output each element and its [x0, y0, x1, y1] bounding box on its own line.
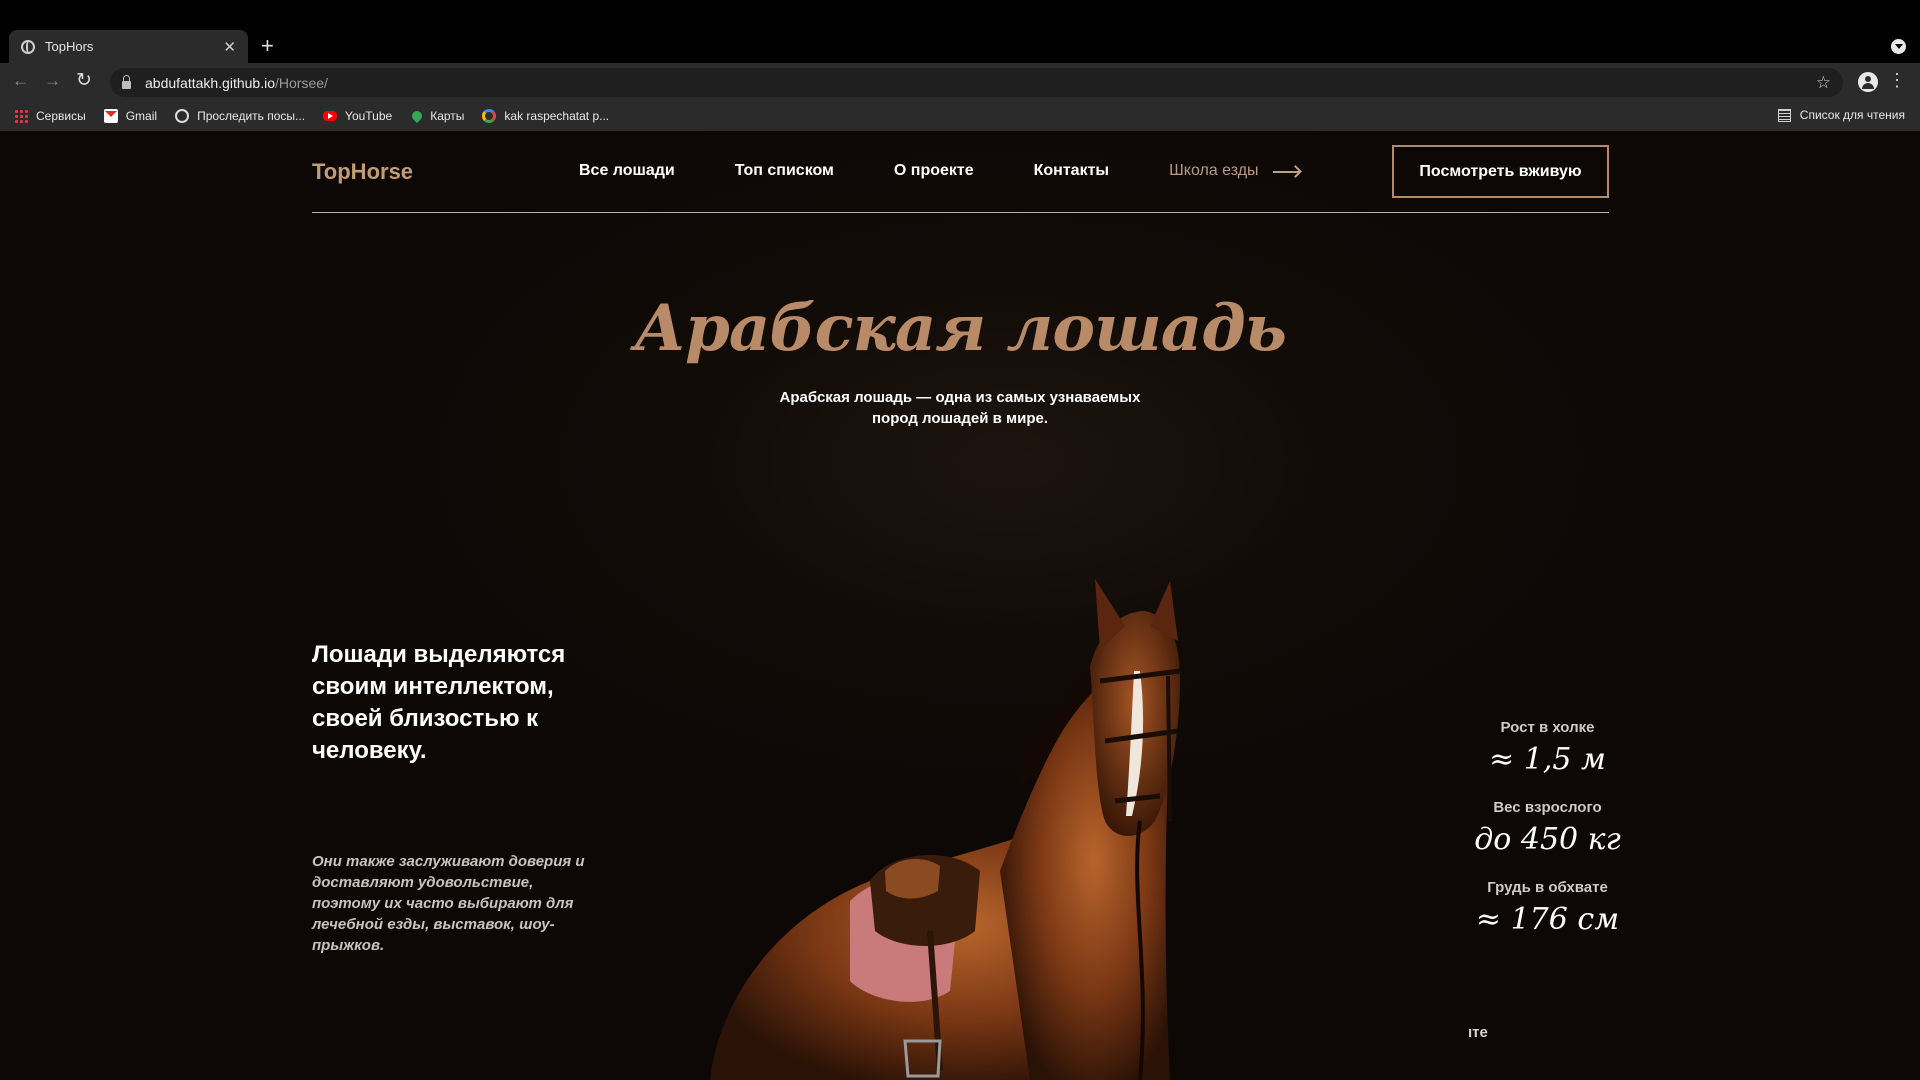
horse-stats: Рост в холке ≈ 1,5 м Вес взрослого до 45… — [1440, 719, 1655, 959]
stat-value: ≈ 176 см — [1475, 902, 1620, 937]
hero-title: Арабская лошадь — [634, 291, 1287, 366]
bookmark-star-icon[interactable]: ☆ — [1816, 73, 1831, 93]
lead-text: Лошади выделяются своим интеллектом, сво… — [312, 641, 566, 764]
hero-subtitle: Арабская лошадь — одна из самых узнаваем… — [779, 389, 1141, 427]
stat-value: ≈ 1,5 м — [1489, 742, 1606, 777]
bookmark-youtube[interactable]: YouTube — [323, 109, 392, 123]
bookmark-track[interactable]: Проследить посы... — [175, 109, 305, 123]
close-icon[interactable]: ✕ — [223, 38, 236, 56]
nav-top-list[interactable]: Топ списком — [735, 162, 834, 180]
stat-label: Рост в холке — [1500, 719, 1595, 736]
globe-icon — [21, 39, 35, 54]
site-logo[interactable]: TopHorse — [312, 159, 413, 185]
stat-value: до 450 кг — [1474, 822, 1621, 857]
tab-title: TopHors — [45, 39, 94, 54]
profile-avatar-icon[interactable] — [1858, 72, 1878, 92]
lock-icon[interactable] — [122, 74, 131, 89]
bookmark-label: Карты — [430, 109, 465, 123]
gmail-icon — [103, 109, 118, 123]
browser-tab-strip: TopHors ✕ + — [0, 0, 1920, 63]
url-path: /Horsee/ — [275, 74, 328, 91]
new-tab-plus-icon[interactable]: + — [261, 34, 274, 58]
youtube-icon — [323, 111, 338, 121]
stat-chest: Грудь в обхвате ≈ 176 см — [1440, 879, 1655, 937]
stat-height: Рост в холке ≈ 1,5 м — [1440, 719, 1655, 777]
bookmark-label: kak raspechatat p... — [504, 109, 610, 123]
back-arrow-icon[interactable]: ← — [12, 71, 29, 91]
bookmark-maps[interactable]: Карты — [410, 108, 465, 124]
arrow-right-icon — [1272, 171, 1299, 173]
stat-label: Грудь в обхвате — [1487, 879, 1608, 896]
nav-contacts[interactable]: Контакты — [1034, 162, 1109, 180]
bookmark-label: YouTube — [345, 109, 393, 123]
page-content: TopHorse Все лошади Топ списком О проект… — [0, 131, 1920, 1080]
browser-toolbar: ← → ↻ abdufattakh.github.io/Horsee/ ☆ ⋮ — [0, 63, 1920, 101]
site-nav: Все лошади Топ списком О проекте Контакт… — [579, 162, 1359, 180]
track-icon — [175, 109, 190, 123]
bookmark-services[interactable]: Сервисы — [14, 109, 86, 123]
bookmarks-bar: Сервисы Gmail Проследить посы... YouTube… — [0, 101, 1920, 131]
horse-image — [710, 579, 1181, 1080]
browser-tab[interactable]: TopHors ✕ — [9, 30, 248, 63]
note-text: Они также заслуживают доверия и доставля… — [312, 853, 585, 954]
site-header: TopHorse Все лошади Топ списком О проект… — [312, 131, 1609, 213]
address-bar[interactable]: abdufattakh.github.io/Horsee/ ☆ — [110, 68, 1843, 97]
nav-riding-school[interactable]: Школа езды — [1169, 162, 1299, 180]
reading-list[interactable]: Список для чтения — [1777, 108, 1905, 122]
watch-live-button[interactable]: Посмотреть вживую — [1392, 145, 1609, 198]
nav-about[interactable]: О проекте — [894, 162, 974, 180]
forward-arrow-icon[interactable]: → — [44, 71, 61, 91]
tab-search-icon[interactable] — [1891, 39, 1906, 54]
apps-icon — [14, 109, 28, 123]
stat-label: Вес взрослого — [1493, 799, 1602, 816]
url-host: abdufattakh.github.io — [145, 74, 275, 91]
bookmark-gmail[interactable]: Gmail — [103, 109, 158, 123]
menu-kebab-icon[interactable]: ⋮ — [1888, 70, 1906, 90]
maps-icon — [410, 108, 425, 124]
reload-icon[interactable]: ↻ — [76, 69, 92, 92]
bookmark-label: Gmail — [125, 109, 158, 123]
stat-weight: Вес взрослого до 450 кг — [1440, 799, 1655, 857]
google-icon — [482, 109, 497, 123]
nav-riding-school-label: Школа езды — [1169, 162, 1259, 179]
bookmark-label: Проследить посы... — [197, 109, 306, 123]
reading-list-icon — [1777, 108, 1791, 122]
bookmark-label: Сервисы — [36, 109, 86, 123]
partially-visible-text: ıте — [1468, 1024, 1488, 1041]
nav-all-horses[interactable]: Все лошади — [579, 162, 675, 180]
reading-list-label: Список для чтения — [1799, 108, 1905, 122]
bookmark-google[interactable]: kak raspechatat p... — [482, 109, 609, 123]
